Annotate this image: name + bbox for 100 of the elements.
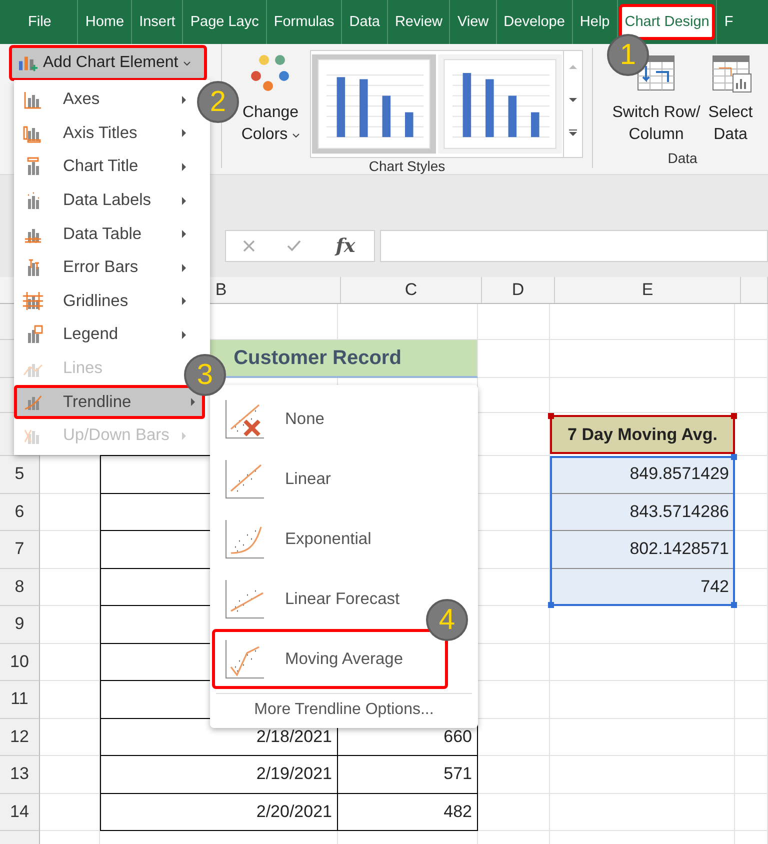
grid-cell: [735, 340, 768, 378]
chart-style-thumbnail[interactable]: [312, 52, 436, 156]
grid-cell: [478, 756, 550, 794]
menu-item[interactable]: Data Table: [14, 217, 196, 251]
row-number[interactable]: 8: [14, 576, 24, 597]
caret-icon: [183, 60, 192, 66]
grid-cell: [735, 378, 768, 413]
grid-cell: [735, 568, 768, 606]
row-number[interactable]: 7: [14, 539, 24, 560]
ribbon-tab[interactable]: Review: [388, 9, 448, 35]
add-chart-element-button[interactable]: Add Chart Element: [9, 45, 207, 81]
grid-cell: [735, 606, 768, 644]
table-cell: 2/19/2021: [100, 756, 338, 794]
grid-cell: [40, 794, 100, 831]
grid-cell: [478, 304, 550, 340]
color-dots-icon: [250, 54, 290, 92]
row-number[interactable]: 5: [14, 464, 24, 484]
grid-cell: [735, 531, 768, 568]
trendline-icon: [223, 637, 267, 681]
column-header[interactable]: C: [404, 280, 418, 300]
grid-cell: [735, 794, 768, 831]
grid-cell: [478, 794, 550, 831]
ribbon-tab[interactable]: Page Layc: [184, 9, 265, 35]
bar-chart-icon: [22, 90, 44, 110]
menu-item[interactable]: Moving Average: [212, 629, 448, 689]
grid-cell: [735, 718, 768, 756]
insert-function-button[interactable]: fx: [332, 235, 360, 257]
resize-handle[interactable]: [548, 602, 554, 608]
column-header[interactable]: B: [215, 280, 227, 300]
check-icon: [286, 239, 302, 253]
change-colors-button[interactable]: Change Colors: [239, 48, 302, 158]
grid-cell: [40, 644, 100, 681]
row-number[interactable]: 9: [14, 614, 24, 634]
grid-cell: [40, 606, 100, 644]
menu-item[interactable]: Gridlines: [14, 284, 196, 318]
ribbon-tab[interactable]: Home: [79, 9, 130, 35]
ribbon-tab[interactable]: F: [718, 9, 740, 35]
menu-item[interactable]: More Trendline Options...: [210, 694, 478, 719]
resize-handle[interactable]: [548, 413, 554, 419]
grid-cell: [478, 340, 550, 378]
grid-cell: [40, 568, 100, 606]
trendline-icon: [223, 397, 267, 441]
grid-cell: [40, 456, 100, 494]
menu-item[interactable]: Trendline: [14, 385, 205, 419]
group-label: Chart Styles: [368, 158, 446, 176]
table-cell: 843.5714286: [550, 494, 735, 531]
grid-cell: [40, 531, 100, 568]
menu-item[interactable]: Chart Title: [14, 150, 196, 184]
trendline-icon: [223, 457, 267, 501]
grid-cell: [478, 718, 550, 756]
resize-handle[interactable]: [731, 602, 737, 608]
select-data-button[interactable]: Select Data: [706, 48, 755, 150]
group-label: Data: [668, 150, 698, 168]
column-header[interactable]: E: [642, 280, 654, 300]
bar-chart-icon: [22, 291, 44, 312]
grid-cell: [40, 756, 100, 794]
ribbon-tab[interactable]: Insert: [133, 9, 182, 35]
grid-cell: [735, 494, 768, 531]
menu-item[interactable]: Linear: [212, 449, 342, 509]
grid-cell: [735, 681, 768, 718]
column-heading-cell: 7 Day Moving Avg.: [550, 415, 735, 454]
table-cell: 2/20/2021: [100, 794, 338, 831]
ribbon-tab[interactable]: Chart Design: [618, 4, 716, 40]
row-number[interactable]: 6: [14, 502, 24, 522]
trendline-icon: [223, 577, 267, 621]
menu-item[interactable]: Linear Forecast: [212, 569, 411, 629]
trendline-icon: [223, 517, 267, 561]
cancel-icon: [240, 239, 257, 253]
grid-cell: [40, 718, 100, 756]
resize-handle[interactable]: [731, 413, 737, 419]
grid-cell: [40, 681, 100, 718]
grid-cell: [735, 456, 768, 494]
menu-item[interactable]: Axes: [14, 83, 196, 117]
table-cell: 802.1428571: [550, 531, 735, 568]
table-cell: 742: [550, 568, 735, 606]
menu-item[interactable]: Data Labels: [14, 184, 196, 218]
table-cell: 482: [338, 794, 478, 831]
ribbon-tab[interactable]: View: [451, 9, 495, 35]
formula-input[interactable]: [380, 230, 768, 262]
menu-item[interactable]: Error Bars: [14, 250, 196, 285]
ribbon-tab[interactable]: Help: [574, 9, 616, 35]
resize-handle[interactable]: [731, 454, 737, 460]
column-header[interactable]: D: [512, 280, 524, 300]
scroll-up-icon: [568, 63, 578, 71]
table-cell: 571: [338, 756, 478, 794]
caret-icon: [292, 132, 300, 138]
ribbon-tab[interactable]: File: [1, 9, 76, 35]
bar-chart-icon: [18, 54, 38, 72]
ribbon-tab[interactable]: Data: [343, 9, 386, 35]
ribbon-tab[interactable]: Develope: [498, 9, 571, 35]
grid-cell: [735, 304, 768, 340]
grid-cell: [40, 494, 100, 531]
ribbon-tab[interactable]: Formulas: [268, 9, 340, 35]
grid-cell: [735, 644, 768, 681]
scroll-down-icon: [568, 96, 578, 104]
grid-cell: [735, 756, 768, 794]
menu-item[interactable]: Exponential: [212, 509, 382, 569]
menu-item[interactable]: Axis Titles: [14, 116, 196, 150]
chart-style-thumbnail[interactable]: [438, 52, 562, 156]
more-icon: [568, 129, 578, 137]
